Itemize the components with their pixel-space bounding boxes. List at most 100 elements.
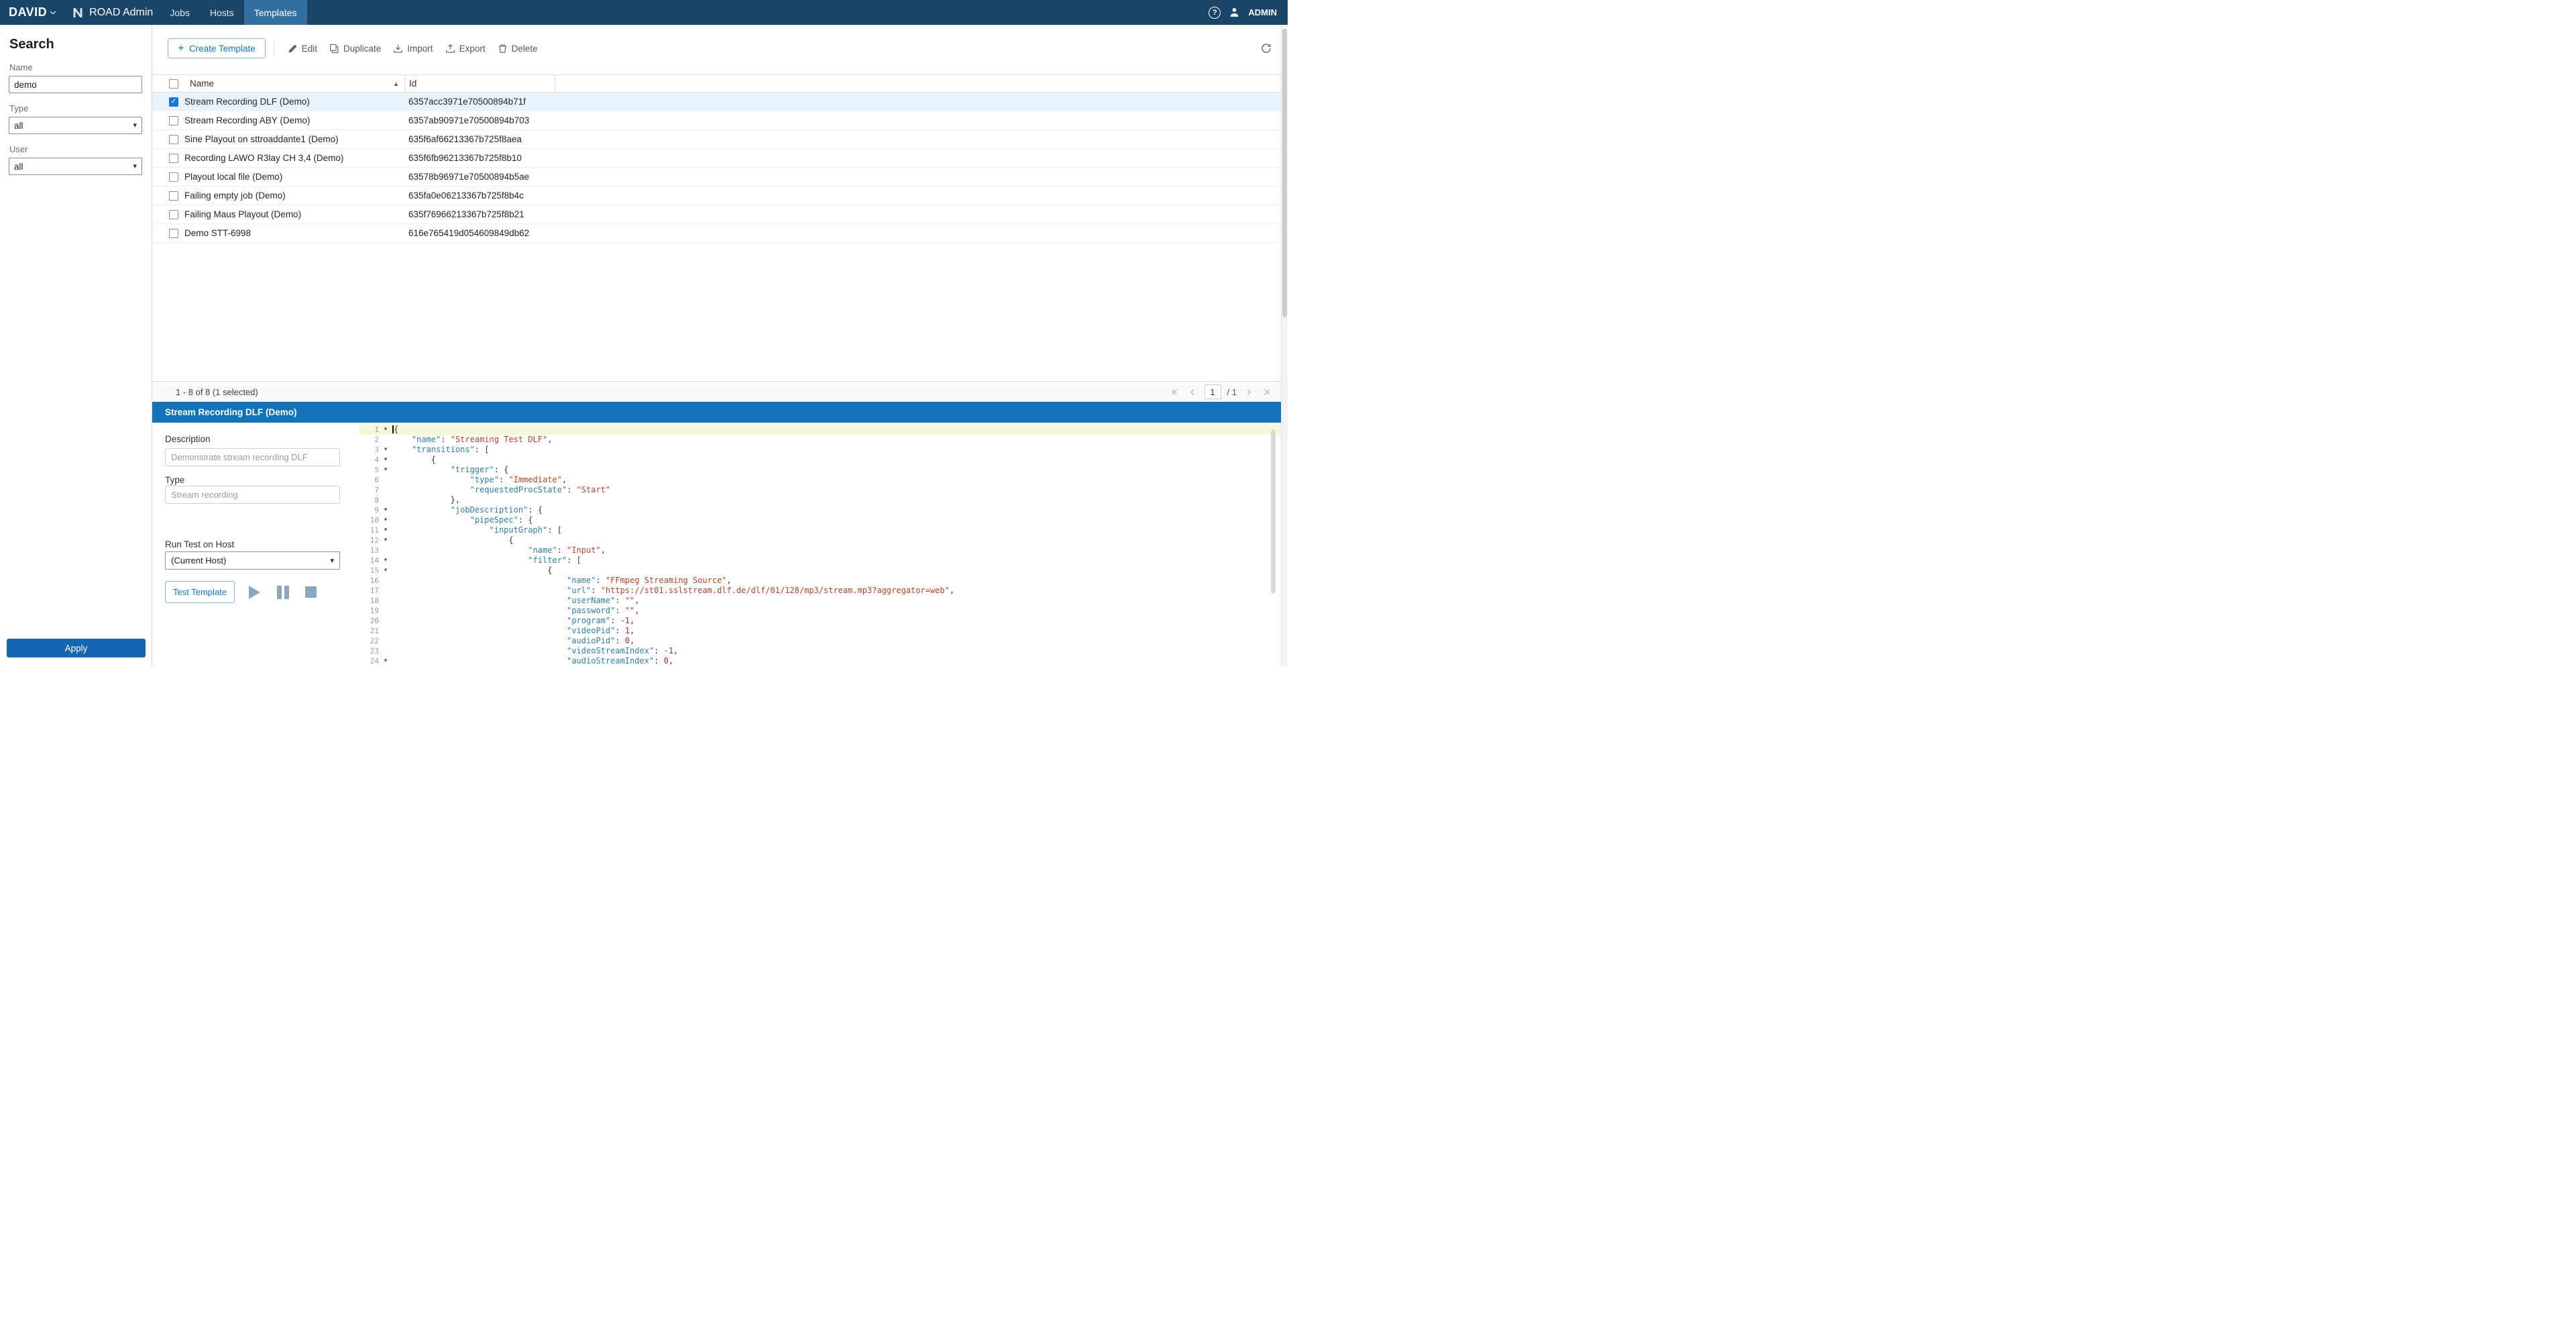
last-page-button[interactable] xyxy=(1260,386,1272,398)
editor-line[interactable]: 24▾ "audioStreamIndex": 0, xyxy=(359,656,1281,666)
fold-arrow-icon[interactable]: ▾ xyxy=(380,555,391,566)
nav-item-templates[interactable]: Templates xyxy=(244,0,307,25)
editor-line[interactable]: 17 "url": "https://st01.sslstream.dlf.de… xyxy=(359,586,1281,596)
first-page-button[interactable] xyxy=(1170,386,1181,398)
row-checkbox[interactable] xyxy=(169,229,178,238)
row-checkbox[interactable] xyxy=(169,116,178,125)
editor-line[interactable]: 23 "videoStreamIndex": -1, xyxy=(359,646,1281,656)
row-checkbox[interactable] xyxy=(169,172,178,182)
refresh-button[interactable] xyxy=(1260,42,1272,54)
copy-icon xyxy=(329,44,339,54)
fold-arrow-icon[interactable]: ▾ xyxy=(380,535,391,545)
david-logo[interactable]: DAVID xyxy=(9,5,56,19)
table-header: Name ▲ Id xyxy=(152,74,1281,93)
editor-line[interactable]: 22 "audioPid": 0, xyxy=(359,636,1281,646)
edit-button[interactable]: Edit xyxy=(282,38,323,58)
stop-button[interactable] xyxy=(300,581,322,603)
line-number: 18 xyxy=(359,596,380,606)
user-select[interactable]: all ▾ xyxy=(9,158,142,175)
delete-button[interactable]: Delete xyxy=(492,38,544,58)
editor-line[interactable]: 8 }, xyxy=(359,495,1281,505)
fold-arrow-icon[interactable]: ▾ xyxy=(380,445,391,455)
editor-line[interactable]: 1▾{ xyxy=(359,425,1281,435)
code-text: "transitions": [ xyxy=(391,445,490,455)
pause-button[interactable] xyxy=(272,581,294,603)
editor-line[interactable]: 11▾ "inputGraph": [ xyxy=(359,525,1281,535)
scrollbar-thumb[interactable] xyxy=(1282,29,1287,317)
row-checkbox[interactable] xyxy=(169,154,178,163)
export-button[interactable]: Export xyxy=(439,38,492,58)
fold-arrow-icon[interactable]: ▾ xyxy=(380,455,391,465)
table-row[interactable]: Recording LAWO R3lay CH 3,4 (Demo)635f6f… xyxy=(152,149,1281,168)
row-checkbox[interactable] xyxy=(169,135,178,144)
type-field[interactable]: Stream recording xyxy=(165,486,340,504)
fold-arrow-icon[interactable]: ▾ xyxy=(380,465,391,475)
page: DAVID ROAD Admin Jobs Hosts Templates ? … xyxy=(0,0,1288,666)
nav-item-hosts[interactable]: Hosts xyxy=(200,0,244,25)
description-field[interactable]: Demonstrate stream recording DLF xyxy=(165,448,340,466)
table-row[interactable]: Demo STT-6998616e765419d054609849db62 xyxy=(152,224,1281,243)
fold-arrow-icon[interactable]: ▾ xyxy=(380,566,391,576)
fold-arrow-icon[interactable]: ▾ xyxy=(380,505,391,515)
vertical-scrollbar[interactable] xyxy=(1281,25,1288,666)
duplicate-button[interactable]: Duplicate xyxy=(323,38,387,58)
column-header-id[interactable]: Id xyxy=(405,75,555,92)
editor-line[interactable]: 19 "password": "", xyxy=(359,606,1281,616)
column-header-name[interactable]: Name ▲ xyxy=(184,75,405,92)
row-id: 635f76966213367b725f8b21 xyxy=(408,209,1281,219)
editor-line[interactable]: 7 "requestedProcState": "Start" xyxy=(359,485,1281,495)
editor-line[interactable]: 18 "userName": "", xyxy=(359,596,1281,606)
table-row[interactable]: Sine Playout on sttroaddante1 (Demo)635f… xyxy=(152,130,1281,149)
editor-line[interactable]: 4▾ { xyxy=(359,455,1281,465)
host-select[interactable]: (Current Host) ▾ xyxy=(165,551,340,570)
fold-arrow-icon[interactable]: ▾ xyxy=(380,525,391,535)
json-editor[interactable]: 1▾{2 "name": "Streaming Test DLF",3▾ "tr… xyxy=(359,423,1281,666)
editor-line[interactable]: 5▾ "trigger": { xyxy=(359,465,1281,475)
editor-line[interactable]: 20 "program": -1, xyxy=(359,616,1281,626)
type-select[interactable]: all ▾ xyxy=(9,117,142,134)
editor-scrollbar[interactable] xyxy=(1271,429,1276,594)
editor-line[interactable]: 3▾ "transitions": [ xyxy=(359,445,1281,455)
line-number: 10 xyxy=(359,515,380,525)
editor-line[interactable]: 12▾ { xyxy=(359,535,1281,545)
import-button[interactable]: Import xyxy=(387,38,439,58)
fold-arrow-icon[interactable]: ▾ xyxy=(380,656,391,666)
row-checkbox[interactable] xyxy=(169,210,178,219)
editor-line[interactable]: 2 "name": "Streaming Test DLF", xyxy=(359,435,1281,445)
create-template-button[interactable]: + Create Template xyxy=(168,38,266,58)
editor-line[interactable]: 9▾ "jobDescription": { xyxy=(359,505,1281,515)
user-menu[interactable]: ADMIN xyxy=(1248,7,1277,17)
code-text: { xyxy=(391,455,436,465)
test-template-button[interactable]: Test Template xyxy=(165,581,235,603)
row-checkbox[interactable] xyxy=(169,191,178,201)
help-icon[interactable]: ? xyxy=(1209,7,1221,19)
editor-line[interactable]: 6 "type": "Immediate", xyxy=(359,475,1281,485)
table-row[interactable]: ✓Stream Recording DLF (Demo)6357acc3971e… xyxy=(152,93,1281,111)
user-select-value: all xyxy=(14,162,23,172)
nav-item-jobs[interactable]: Jobs xyxy=(160,0,200,25)
apply-button[interactable]: Apply xyxy=(7,639,146,657)
table-row[interactable]: Failing empty job (Demo)635fa0e06213367b… xyxy=(152,186,1281,205)
editor-line[interactable]: 10▾ "pipeSpec": { xyxy=(359,515,1281,525)
previous-page-button[interactable] xyxy=(1187,386,1198,398)
editor-line[interactable]: 15▾ { xyxy=(359,566,1281,576)
table-row[interactable]: Failing Maus Playout (Demo)635f769662133… xyxy=(152,205,1281,224)
main-content: + Create Template Edit Duplicate Import … xyxy=(152,25,1281,666)
play-button[interactable] xyxy=(243,581,266,603)
editor-line[interactable]: 21 "videoPid": 1, xyxy=(359,626,1281,636)
code-text: "program": -1, xyxy=(391,616,634,626)
select-all-checkbox[interactable] xyxy=(169,79,178,89)
row-checkbox[interactable]: ✓ xyxy=(169,97,178,107)
page-number-input[interactable]: 1 xyxy=(1205,384,1221,399)
table-row[interactable]: Stream Recording ABY (Demo)6357ab90971e7… xyxy=(152,111,1281,130)
editor-line[interactable]: 16 "name": "FFmpeg Streaming Source", xyxy=(359,576,1281,586)
editor-line[interactable]: 13 "name": "Input", xyxy=(359,545,1281,555)
code-text: "inputGraph": [ xyxy=(391,525,562,535)
fold-arrow-icon[interactable]: ▾ xyxy=(380,515,391,525)
next-page-button[interactable] xyxy=(1243,386,1254,398)
table-row[interactable]: Playout local file (Demo)63578b96971e705… xyxy=(152,168,1281,186)
fold-arrow-icon[interactable]: ▾ xyxy=(380,425,391,435)
editor-line[interactable]: 14▾ "filter": [ xyxy=(359,555,1281,566)
duplicate-label: Duplicate xyxy=(343,44,381,54)
name-search-input[interactable] xyxy=(9,76,142,93)
